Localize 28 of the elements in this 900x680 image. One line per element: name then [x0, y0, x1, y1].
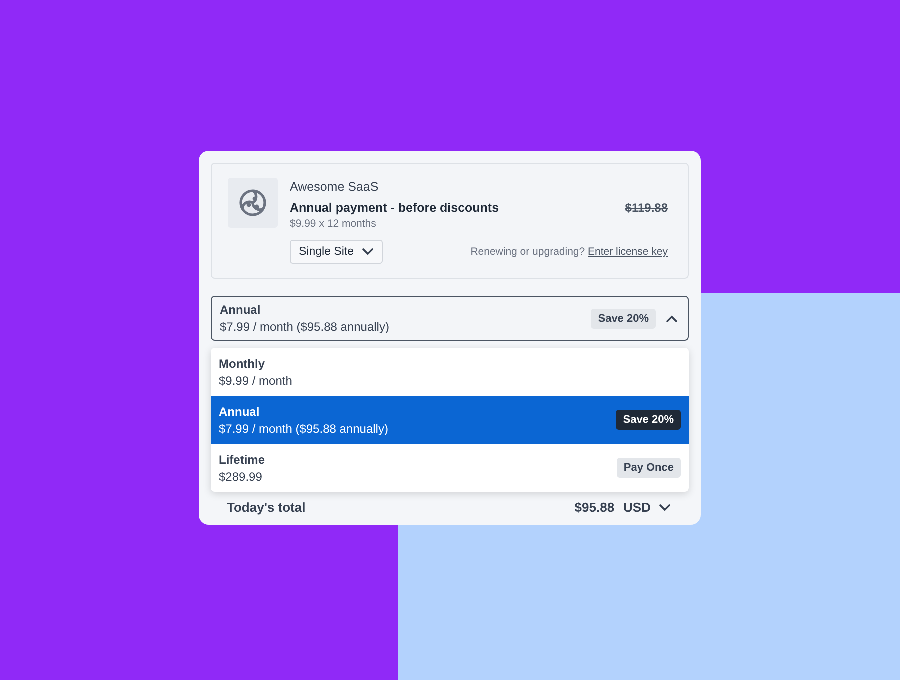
option-badge: Pay Once [616, 458, 681, 478]
currency-dropdown[interactable]: USD [624, 500, 671, 515]
option-price: $7.99 / month ($95.88 annually) [219, 422, 390, 436]
plan-dropdown[interactable]: Annual $7.99 / month ($95.88 annually) Save 20% [211, 296, 689, 341]
total-amount: $95.88 [574, 500, 615, 515]
option-price: $9.99 / month [219, 374, 294, 388]
chevron-down-icon [659, 504, 671, 512]
plan-label: Annual [220, 303, 262, 317]
option-label: Monthly [219, 356, 266, 370]
plan-option[interactable]: Monthly $9.99 / month [211, 348, 689, 396]
plan-option[interactable]: Annual $7.99 / month ($95.88 annually) Save 20% [211, 396, 689, 444]
option-label: Annual [219, 404, 261, 418]
product-name: Awesome SaaS [290, 180, 380, 194]
total-label: Today's total [227, 500, 307, 515]
swirl-logo-icon [238, 188, 268, 218]
option-badge: Save 20% [616, 410, 681, 430]
option-label: Lifetime [219, 452, 266, 466]
plan-price: $7.99 / month ($95.88 annually) [220, 320, 390, 334]
plan-option[interactable]: Lifetime $289.99 Pay Once [211, 444, 689, 492]
discount-badge: Save 20% [591, 308, 656, 328]
option-price: $289.99 [219, 470, 264, 484]
original-price: $119.88 [625, 201, 668, 215]
variant-dropdown[interactable]: Single Site [290, 240, 383, 264]
license-key-link[interactable]: Enter license key [588, 246, 668, 258]
price-detail: $9.99 x 12 months [290, 218, 378, 230]
payment-title: Annual payment - before discounts [290, 201, 500, 215]
chevron-down-icon [362, 248, 374, 256]
renewal-note: Renewing or upgrading? Enter license key [470, 246, 668, 258]
